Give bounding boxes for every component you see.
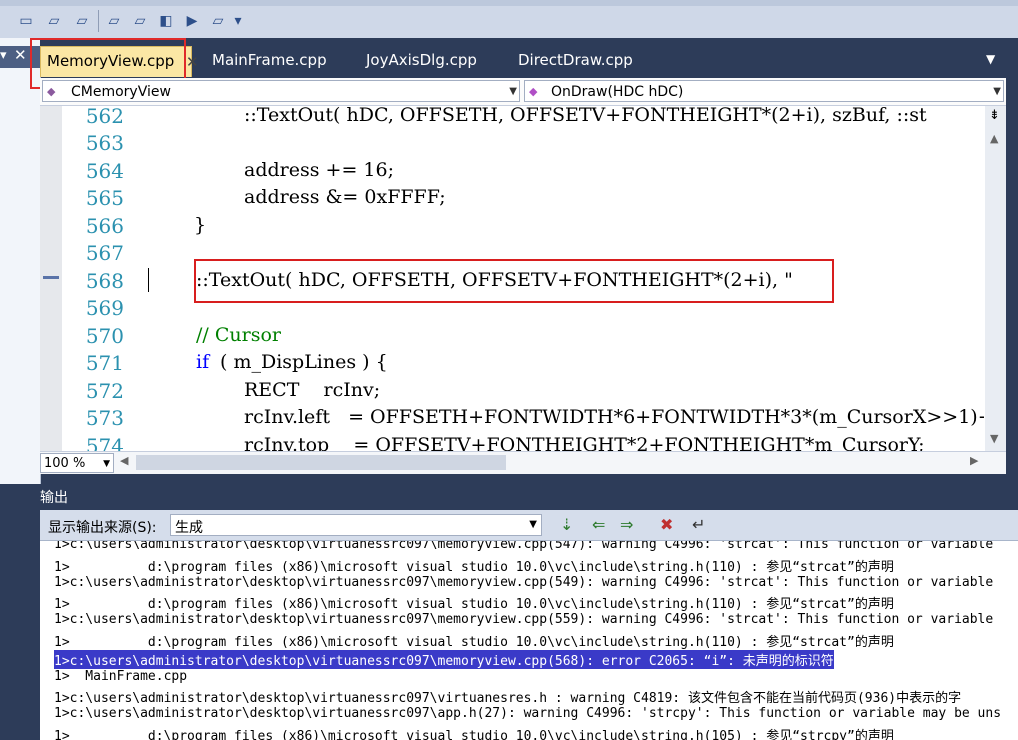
clear-all-icon[interactable]: ✖ xyxy=(660,515,673,534)
output-left-gutter xyxy=(0,510,40,740)
tab-directdraw[interactable]: DirectDraw.cpp xyxy=(512,46,639,76)
scroll-left-icon[interactable]: ◀ xyxy=(120,454,128,467)
line-number: 574 xyxy=(85,434,124,451)
text-caret xyxy=(148,268,149,292)
output-source-combo[interactable]: 生成 ▼ xyxy=(170,514,542,536)
output-line: 1>c:\users\administrator\desktop\virtuan… xyxy=(54,575,994,590)
chevron-down-icon: ▼ xyxy=(509,86,517,97)
code-line: rcInv.left = OFFSETH+FONTWIDTH*6+FONTWID… xyxy=(244,406,984,428)
vertical-scrollbar[interactable]: ⇟ ▲ ▼ xyxy=(985,106,1006,451)
toolbar-separator xyxy=(98,10,99,32)
output-line-selected[interactable]: 1>c:\users\administrator\desktop\virtuan… xyxy=(54,650,834,669)
output-line: 1>c:\users\administrator\desktop\virtuan… xyxy=(54,706,1002,721)
zoom-combo[interactable]: 100 % ▼ xyxy=(40,453,114,473)
tab-joyaxisdlg[interactable]: JoyAxisDlg.cpp xyxy=(360,46,483,76)
scroll-up-icon[interactable]: ▲ xyxy=(990,132,998,145)
output-panel-header: 输出 xyxy=(0,484,1018,510)
member-combo-value: OnDraw(HDC hDC) xyxy=(551,84,684,100)
scroll-thumb[interactable] xyxy=(136,455,506,470)
line-number: 570 xyxy=(85,324,124,348)
scroll-right-icon[interactable]: ▶ xyxy=(970,454,978,467)
zoom-value: 100 % xyxy=(44,456,86,471)
output-source-label: 显示输出来源(S): xyxy=(48,520,157,536)
toolbar-strip xyxy=(0,0,1018,6)
tab-label: JoyAxisDlg.cpp xyxy=(366,51,477,69)
error-highlight-box xyxy=(194,259,834,303)
line-number: 573 xyxy=(85,406,124,430)
line-number: 563 xyxy=(85,131,124,155)
tab-label: MainFrame.cpp xyxy=(212,51,327,69)
tab-close-icon[interactable]: ✕ xyxy=(186,53,199,71)
output-line: 1> d:\program files (x86)\microsoft visu… xyxy=(54,729,894,740)
output-line: 1> d:\program files (x86)\microsoft visu… xyxy=(54,635,894,650)
line-number: 571 xyxy=(85,351,124,375)
output-title: 输出 xyxy=(40,490,68,506)
toolbar-overflow-icon[interactable]: ▾ xyxy=(232,12,244,30)
bookmark-icon[interactable]: ▱ xyxy=(104,12,124,30)
member-combo[interactable]: ◆ OnDraw(HDC hDC) ▼ xyxy=(524,80,1004,102)
output-line: 1>c:\users\administrator\desktop\virtuan… xyxy=(54,541,994,552)
prev-message-icon[interactable]: ⇐ xyxy=(592,515,605,534)
line-number: 568 xyxy=(85,269,124,293)
toolbar: ▭ ▱ ▱ ▱ ▱ ◧ ▶ ▱ ▾ xyxy=(0,0,1018,39)
next-icon[interactable]: ▶ xyxy=(182,12,202,30)
pin-icon[interactable]: ▾ xyxy=(0,48,7,63)
output-toolbar: 显示输出来源(S): 生成 ▼ ⇣ ⇐ ⇒ ✖ ↵ xyxy=(40,510,1018,541)
output-text[interactable]: 1>c:\users\administrator\desktop\virtuan… xyxy=(40,541,1018,740)
output-line: 1>c:\users\administrator\desktop\virtuan… xyxy=(54,691,962,706)
scroll-down-icon[interactable]: ▼ xyxy=(990,432,998,445)
code-line: RECT rcInv; xyxy=(244,379,381,401)
output-line: 1> MainFrame.cpp xyxy=(54,669,188,684)
next-message-icon[interactable]: ⇒ xyxy=(620,515,633,534)
chevron-down-icon: ▼ xyxy=(103,459,110,469)
class-icon: ◆ xyxy=(47,85,56,98)
code-line: } xyxy=(194,214,207,236)
output-line: 1> d:\program files (x86)\microsoft visu… xyxy=(54,560,894,575)
bookmark-marker xyxy=(43,276,59,279)
prev-bookmark-icon[interactable]: ▱ xyxy=(130,12,150,30)
word-wrap-icon[interactable]: ↵ xyxy=(692,515,705,534)
code-line: address &= 0xFFFF; xyxy=(244,186,446,208)
code-line: rcInv.top = OFFSETV+FONTHEIGHT*2+FONTHEI… xyxy=(244,434,925,451)
comment-icon[interactable]: ▭ xyxy=(16,12,36,30)
navigation-bar: ◆ CMemoryView ▼ ◆ OnDraw(HDC hDC) ▼ xyxy=(40,78,1006,106)
chevron-down-icon: ▼ xyxy=(529,519,537,530)
tab-mainframe[interactable]: MainFrame.cpp xyxy=(206,46,333,76)
line-number: 562 xyxy=(85,104,124,128)
goto-location-icon[interactable]: ⇣ xyxy=(560,515,573,534)
class-combo-value: CMemoryView xyxy=(71,84,171,100)
code-line: address += 16; xyxy=(244,159,394,181)
line-number: 566 xyxy=(85,214,124,238)
close-icon[interactable]: ✕ xyxy=(14,46,27,64)
code-keyword: if xyxy=(196,351,210,373)
line-number: 567 xyxy=(85,241,124,265)
clear-bookmark-icon[interactable]: ▱ xyxy=(208,12,228,30)
code-line: ::TextOut( hDC, OFFSETH, OFFSETV+FONTHEI… xyxy=(244,104,927,126)
indent-icon[interactable]: ▱ xyxy=(72,12,92,30)
uncomment-icon[interactable]: ▱ xyxy=(44,12,64,30)
line-number: 564 xyxy=(85,159,124,183)
code-line: ( m_DispLines ) { xyxy=(220,351,388,373)
line-number: 572 xyxy=(85,379,124,403)
split-icon[interactable]: ⇟ xyxy=(989,108,1000,123)
tab-list-chevron-icon[interactable]: ▼ xyxy=(986,52,995,66)
output-line: 1>c:\users\administrator\desktop\virtuan… xyxy=(54,612,994,627)
prev-icon[interactable]: ◧ xyxy=(156,12,176,30)
horizontal-scrollbar[interactable]: 100 % ▼ ◀ ▶ xyxy=(40,451,1006,474)
line-number: 565 xyxy=(85,186,124,210)
tab-label: DirectDraw.cpp xyxy=(518,51,633,69)
output-source-value: 生成 xyxy=(175,520,203,536)
method-icon: ◆ xyxy=(529,85,538,98)
output-line: 1> d:\program files (x86)\microsoft visu… xyxy=(54,597,894,612)
chevron-down-icon: ▼ xyxy=(993,86,1001,97)
class-combo[interactable]: ◆ CMemoryView ▼ xyxy=(42,80,520,102)
code-comment: // Cursor xyxy=(196,324,281,346)
line-number: 569 xyxy=(85,296,124,320)
document-tabs: MemoryView.cpp ✕ MainFrame.cpp JoyAxisDl… xyxy=(40,38,1018,77)
solution-pane: ▾ ✕ xyxy=(0,38,41,488)
